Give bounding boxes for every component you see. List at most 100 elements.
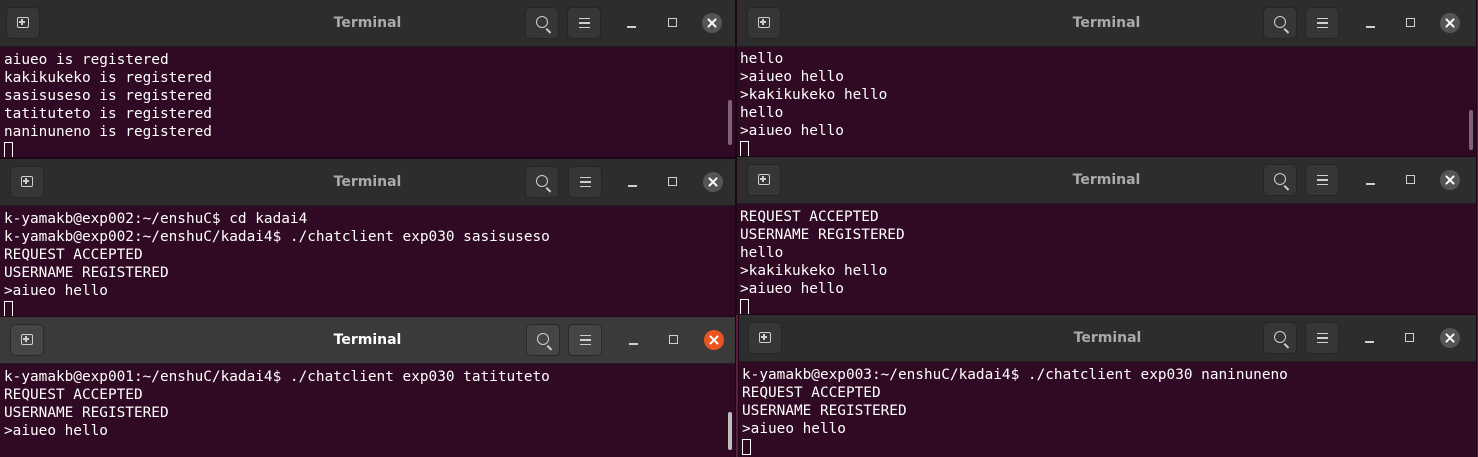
- close-button[interactable]: [1440, 170, 1460, 190]
- terminal-line: REQUEST ACCEPTED: [742, 385, 881, 401]
- terminal-window-5[interactable]: Terminal k-yamakb@exp001:~/enshuC/kadai4…: [0, 317, 735, 457]
- search-button[interactable]: [525, 7, 559, 39]
- new-tab-button[interactable]: [10, 324, 44, 356]
- menu-button[interactable]: [567, 7, 601, 39]
- title-bar[interactable]: Terminal: [737, 157, 1476, 204]
- search-button[interactable]: [1263, 322, 1297, 354]
- search-icon: [536, 175, 548, 187]
- title-bar[interactable]: Terminal: [0, 159, 735, 206]
- menu-button[interactable]: [1305, 7, 1339, 39]
- close-button[interactable]: [704, 330, 724, 350]
- close-button[interactable]: [1440, 328, 1460, 348]
- terminal-line: >kakikukeko hello: [740, 263, 888, 279]
- maximize-button[interactable]: [663, 13, 683, 33]
- text-cursor: [740, 141, 749, 157]
- terminal-line: >aiueo hello: [740, 69, 844, 85]
- maximize-button[interactable]: [1400, 328, 1420, 348]
- terminal-line: tatituteto is registered: [4, 106, 212, 122]
- search-icon: [536, 16, 548, 28]
- terminal-line: hello: [740, 245, 784, 261]
- terminal-output[interactable]: aiueo is registered kakikukeko is regist…: [0, 49, 735, 157]
- minimize-button[interactable]: [622, 13, 642, 33]
- scrollbar[interactable]: [728, 100, 732, 145]
- new-tab-icon: [17, 17, 29, 28]
- title-bar[interactable]: Terminal: [737, 0, 1476, 47]
- minimize-button[interactable]: [623, 172, 643, 192]
- terminal-line: naninuneno is registered: [4, 124, 212, 140]
- close-button[interactable]: [703, 172, 723, 192]
- menu-button[interactable]: [1305, 164, 1339, 196]
- new-tab-button[interactable]: [747, 7, 781, 39]
- menu-button[interactable]: [1305, 322, 1339, 354]
- search-button[interactable]: [525, 166, 559, 198]
- minimize-button[interactable]: [1361, 13, 1381, 33]
- text-cursor: [742, 439, 751, 455]
- minimize-button[interactable]: [1360, 328, 1380, 348]
- terminal-line: sasisuseso is registered: [4, 88, 212, 104]
- terminal-line: >aiueo hello: [742, 421, 846, 437]
- search-button[interactable]: [1263, 7, 1297, 39]
- terminal-window-2[interactable]: Terminal hello >aiueo hello >kakikukeko …: [737, 0, 1476, 157]
- terminal-line: >aiueo hello: [4, 283, 108, 299]
- maximize-button[interactable]: [664, 330, 684, 350]
- terminal-line: >aiueo hello: [740, 281, 844, 297]
- terminal-window-1[interactable]: Terminal aiueo is registered kakikukeko …: [0, 0, 735, 157]
- terminal-line: >aiueo hello: [4, 423, 108, 439]
- new-tab-icon: [21, 334, 33, 345]
- minimize-button[interactable]: [1361, 170, 1381, 190]
- terminal-line: USERNAME REGISTERED: [742, 403, 907, 419]
- terminal-line: USERNAME REGISTERED: [740, 227, 905, 243]
- terminal-line: >aiueo hello: [740, 123, 844, 139]
- scrollbar[interactable]: [728, 412, 732, 450]
- hamburger-menu-icon: [1317, 18, 1328, 28]
- terminal-output[interactable]: k-yamakb@exp002:~/enshuC$ cd kadai4 k-ya…: [0, 208, 735, 316]
- menu-button[interactable]: [568, 324, 602, 356]
- hamburger-menu-icon: [580, 177, 591, 187]
- title-bar[interactable]: Terminal: [0, 317, 735, 364]
- terminal-output[interactable]: REQUEST ACCEPTED USERNAME REGISTERED hel…: [737, 206, 1476, 314]
- text-cursor: [740, 299, 749, 314]
- search-icon: [1274, 16, 1286, 28]
- terminal-window-6[interactable]: Terminal k-yamakb@exp003:~/enshuC/kadai4…: [739, 315, 1476, 457]
- hamburger-menu-icon: [580, 335, 591, 345]
- new-tab-button[interactable]: [747, 164, 781, 196]
- new-tab-icon: [21, 176, 33, 187]
- search-button[interactable]: [1263, 164, 1297, 196]
- text-cursor: [4, 301, 13, 316]
- maximize-button[interactable]: [1401, 13, 1421, 33]
- terminal-line: REQUEST ACCEPTED: [4, 387, 143, 403]
- search-icon: [1274, 173, 1286, 185]
- terminal-line: REQUEST ACCEPTED: [740, 209, 879, 225]
- new-tab-button[interactable]: [6, 7, 40, 39]
- terminal-output[interactable]: k-yamakb@exp003:~/enshuC/kadai4$ ./chatc…: [739, 364, 1476, 457]
- terminal-window-3[interactable]: Terminal k-yamakb@exp002:~/enshuC$ cd ka…: [0, 159, 735, 316]
- terminal-output[interactable]: k-yamakb@exp001:~/enshuC/kadai4$ ./chatc…: [0, 366, 735, 457]
- maximize-button[interactable]: [1401, 170, 1421, 190]
- new-tab-button[interactable]: [748, 322, 782, 354]
- terminal-line: USERNAME REGISTERED: [4, 405, 169, 421]
- menu-button[interactable]: [568, 166, 602, 198]
- title-bar[interactable]: Terminal: [739, 315, 1476, 362]
- terminal-line: k-yamakb@exp002:~/enshuC/kadai4$ ./chatc…: [4, 229, 550, 245]
- search-button[interactable]: [526, 324, 560, 356]
- terminal-output[interactable]: hello >aiueo hello >kakikukeko hello hel…: [737, 48, 1476, 157]
- terminal-line: kakikukeko is registered: [4, 70, 212, 86]
- minimize-button[interactable]: [624, 330, 644, 350]
- scrollbar[interactable]: [1469, 110, 1473, 150]
- terminal-line: k-yamakb@exp003:~/enshuC/kadai4$ ./chatc…: [742, 367, 1288, 383]
- terminal-line: hello: [740, 51, 784, 67]
- hamburger-menu-icon: [579, 18, 590, 28]
- hamburger-menu-icon: [1317, 333, 1328, 343]
- new-tab-button[interactable]: [10, 166, 44, 198]
- terminal-line: k-yamakb@exp002:~/enshuC$ cd kadai4: [4, 211, 308, 227]
- terminal-line: REQUEST ACCEPTED: [4, 247, 143, 263]
- close-button[interactable]: [702, 13, 722, 33]
- terminal-line: aiueo is registered: [4, 52, 169, 68]
- maximize-button[interactable]: [663, 172, 683, 192]
- close-button[interactable]: [1440, 13, 1460, 33]
- title-bar[interactable]: Terminal: [0, 0, 735, 47]
- terminal-line: hello: [740, 105, 784, 121]
- terminal-window-4[interactable]: Terminal REQUEST ACCEPTED USERNAME REGIS…: [737, 157, 1476, 314]
- terminal-line: k-yamakb@exp001:~/enshuC/kadai4$ ./chatc…: [4, 369, 550, 385]
- hamburger-menu-icon: [1317, 175, 1328, 185]
